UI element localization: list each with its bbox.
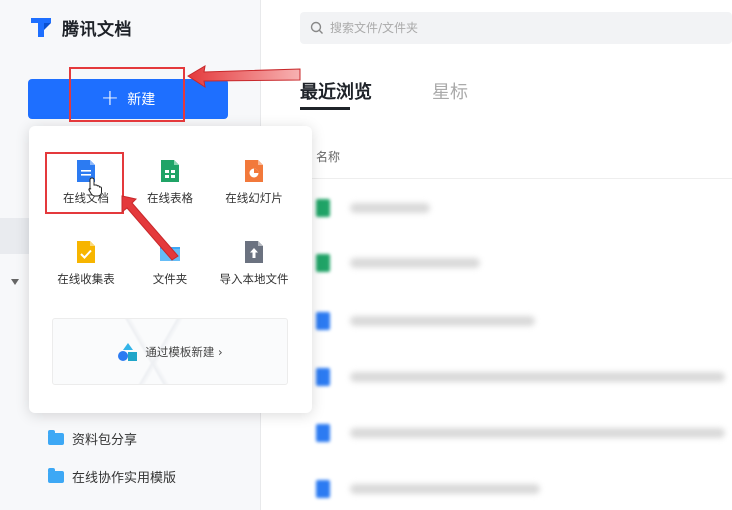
file-name-blurred [350, 372, 725, 382]
app-logo[interactable]: 腾讯文档 [28, 14, 132, 40]
menu-item-label: 导入本地文件 [219, 272, 289, 286]
doc-file-icon [316, 312, 330, 330]
table-row[interactable] [316, 197, 430, 219]
doc-file-icon [316, 480, 330, 498]
tab-recent[interactable]: 最近浏览 [300, 78, 372, 104]
divider [300, 178, 732, 179]
folder-icon [48, 467, 64, 483]
menu-item-online-sheet[interactable]: 在线表格 [125, 158, 215, 206]
sidebar-selected-item[interactable] [0, 218, 30, 254]
sheet-file-icon [316, 254, 330, 272]
sidebar-folder-label: 资料包分享 [72, 433, 138, 448]
doc-file-icon [316, 424, 330, 442]
column-header-name[interactable]: 名称 [316, 148, 340, 165]
tab-active-indicator [300, 107, 350, 110]
sheet-icon [157, 158, 183, 184]
sidebar-folder-item[interactable]: 在线协作实用模版 [48, 467, 176, 486]
expand-triangle-icon[interactable] [11, 279, 19, 285]
search-bar[interactable] [300, 12, 732, 44]
folder-icon [157, 239, 183, 265]
menu-item-label: 在线幻灯片 [225, 191, 283, 205]
menu-item-folder[interactable]: 文件夹 [125, 239, 215, 287]
file-name-blurred [350, 316, 535, 326]
slides-icon [241, 158, 267, 184]
sheet-file-icon [316, 199, 330, 217]
template-label: 通过模板新建 › [145, 344, 223, 359]
table-row[interactable] [316, 366, 725, 388]
app-window: 腾讯文档 + 新建 资料包分享 在线协作实用模版 最近浏览 星标 名称 [0, 0, 732, 510]
app-logo-text: 腾讯文档 [62, 19, 132, 40]
form-icon [73, 239, 99, 265]
search-input[interactable] [330, 21, 710, 35]
tab-starred[interactable]: 星标 [432, 78, 468, 104]
table-row[interactable] [316, 478, 540, 500]
sidebar-folder-label: 在线协作实用模版 [72, 471, 177, 486]
menu-item-label: 在线收集表 [57, 272, 115, 286]
highlight-online-doc [45, 152, 124, 214]
folder-icon [48, 429, 64, 445]
highlight-new-button [69, 67, 185, 122]
menu-item-online-slides[interactable]: 在线幻灯片 [209, 158, 299, 206]
new-from-template-button[interactable]: 通过模板新建 › [52, 318, 288, 385]
menu-item-label: 文件夹 [152, 272, 188, 286]
sidebar-folder-item[interactable]: 资料包分享 [48, 429, 137, 448]
table-row[interactable] [316, 310, 535, 332]
file-name-blurred [350, 428, 725, 438]
file-name-blurred [350, 203, 430, 213]
doc-file-icon [316, 368, 330, 386]
table-row[interactable] [316, 252, 480, 274]
table-row[interactable] [316, 422, 725, 444]
tencent-docs-logo-icon [28, 14, 54, 40]
menu-item-online-form[interactable]: 在线收集表 [41, 239, 131, 287]
menu-item-import-local[interactable]: 导入本地文件 [209, 239, 299, 287]
template-shapes-icon [118, 342, 138, 361]
upload-icon [241, 239, 267, 265]
menu-item-label: 在线表格 [147, 191, 193, 205]
file-name-blurred [350, 484, 540, 494]
file-name-blurred [350, 258, 480, 268]
search-icon [310, 21, 323, 34]
